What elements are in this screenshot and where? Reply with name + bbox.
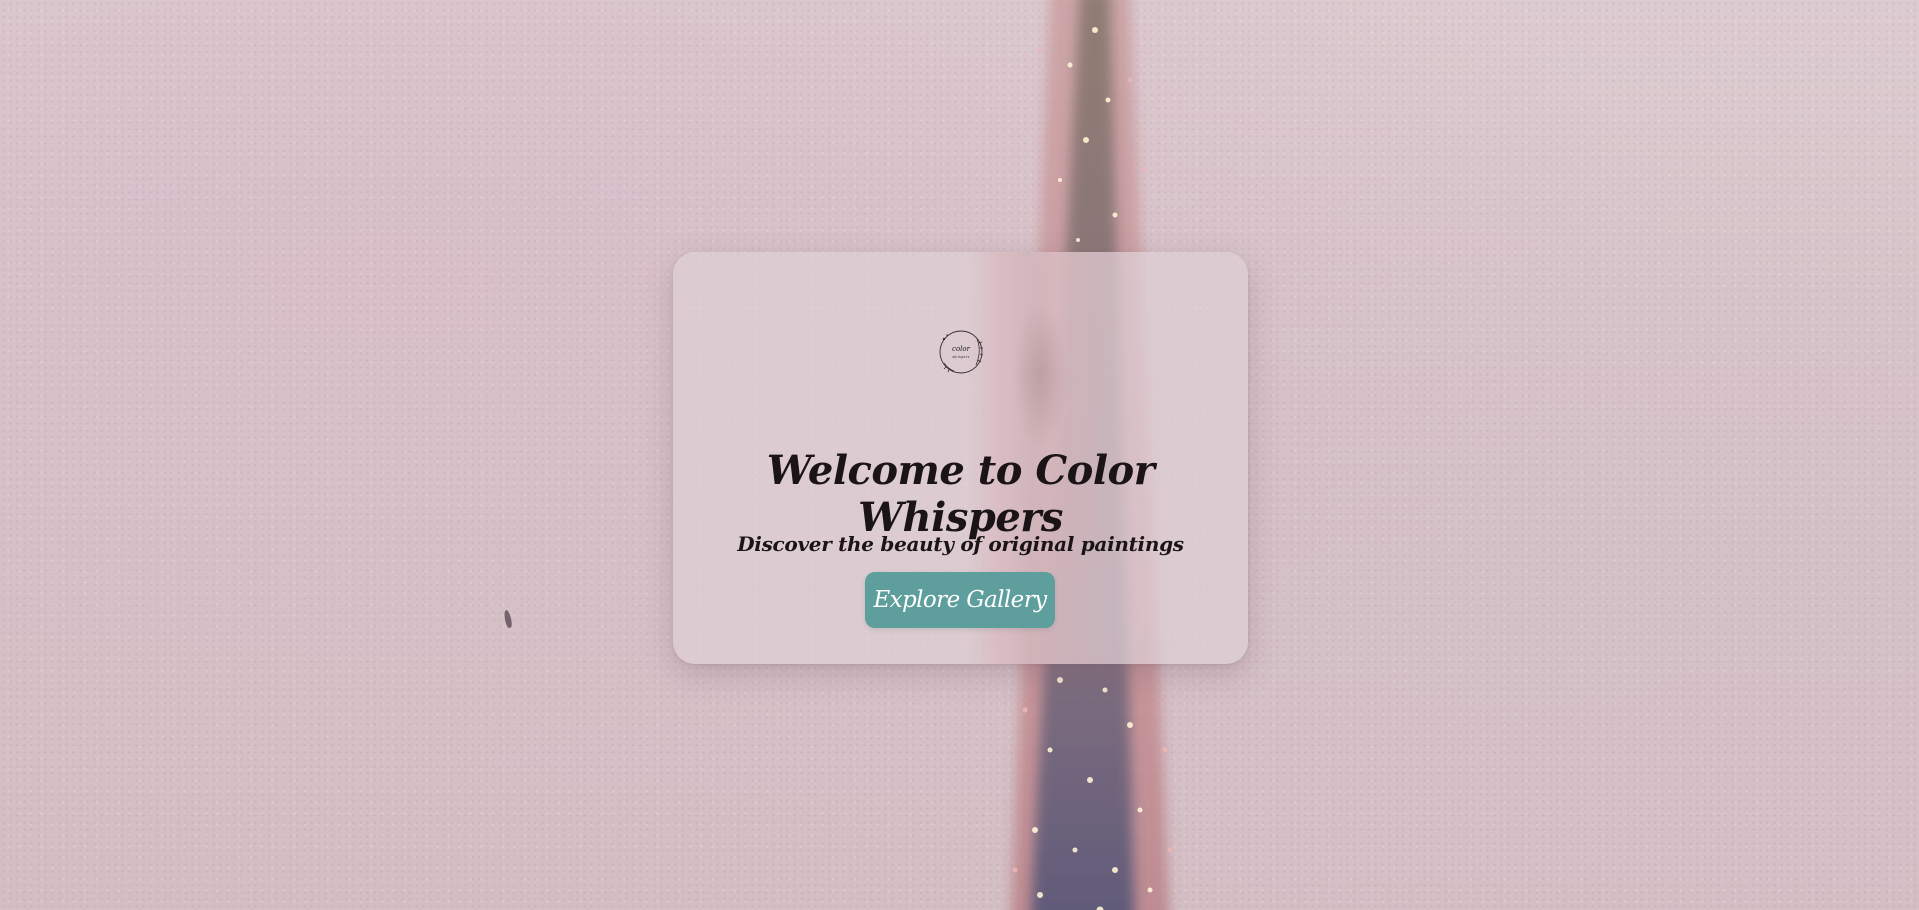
logo-text-line2: whispers — [952, 355, 969, 359]
logo-text-line1: color — [952, 345, 971, 353]
welcome-card: color whispers Welcome to Color Whispers… — [673, 252, 1248, 664]
explore-gallery-button[interactable]: Explore Gallery — [865, 572, 1055, 628]
page-subtitle: Discover the beauty of original painting… — [737, 532, 1184, 556]
color-whispers-logo-icon: color whispers — [939, 330, 984, 374]
page-title: Welcome to Color Whispers — [766, 447, 1155, 541]
